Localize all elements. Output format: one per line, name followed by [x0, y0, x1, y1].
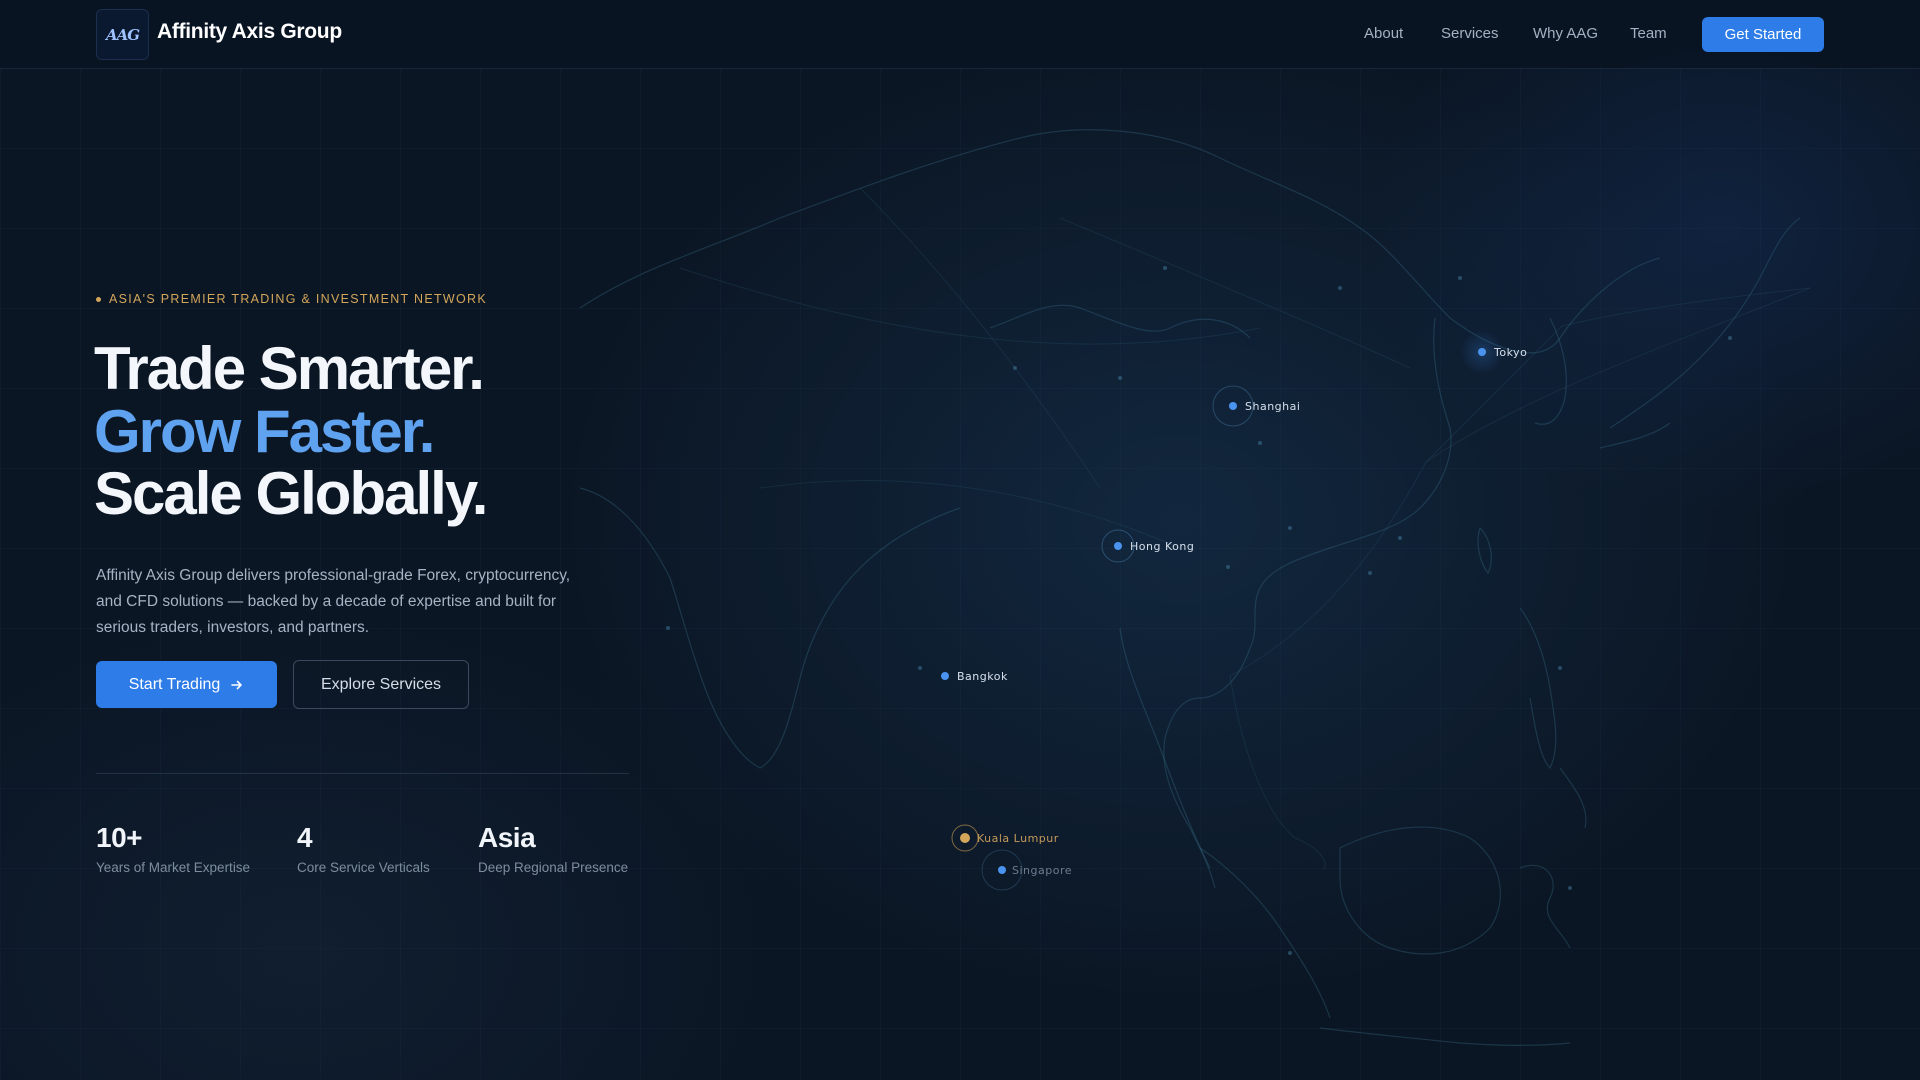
city-label: Shanghai [1245, 400, 1300, 413]
stat-label: Years of Market Expertise [96, 860, 251, 875]
start-trading-button[interactable]: Start Trading [96, 661, 277, 708]
city-singapore[interactable]: Singapore [981, 849, 1072, 891]
stat-label: Core Service Verticals [297, 860, 430, 875]
city-label: Singapore [1012, 864, 1072, 877]
explore-services-button[interactable]: Explore Services [293, 660, 469, 709]
city-bangkok[interactable]: Bangkok [941, 670, 1008, 683]
city-label: Bangkok [957, 670, 1008, 683]
stat-verticals: 4 Core Service Verticals [297, 822, 430, 875]
stat-value: Asia [478, 822, 536, 853]
nav-link-about[interactable]: About [1364, 25, 1403, 42]
headline-line-2: Grow Faster. [94, 398, 435, 465]
stat-years: 10+ Years of Market Expertise [96, 822, 250, 875]
stat-value: 10+ [96, 822, 143, 853]
city-label: Tokyo [1493, 346, 1527, 359]
start-trading-label: Start Trading [128, 675, 221, 693]
stat-label: Deep Regional Presence [478, 860, 629, 875]
brand-name[interactable]: Affinity Axis Group [157, 20, 342, 44]
stats-divider [96, 773, 629, 774]
city-markers: Tokyo Shanghai Hong Kong Bangkok Kuala L… [941, 330, 1527, 891]
logo-text: AAG [105, 25, 140, 44]
city-label: Hong Kong [1130, 540, 1194, 553]
logo-icon[interactable]: AAG [96, 9, 149, 60]
nav-link-team[interactable]: Team [1630, 25, 1667, 42]
city-label: Kuala Lumpur [977, 832, 1059, 845]
nav-link-why-aag[interactable]: Why AAG [1533, 25, 1598, 42]
hero-description: Affinity Axis Group delivers professiona… [96, 566, 571, 636]
get-started-button[interactable]: Get Started [1702, 17, 1824, 52]
hero-eyebrow: ASIA'S PREMIER TRADING & INVESTMENT NETW… [96, 292, 487, 306]
headline-line-3: Scale Globally. [94, 460, 488, 527]
city-shanghai[interactable]: Shanghai [1212, 385, 1300, 427]
stat-presence: Asia Deep Regional Presence [478, 822, 628, 875]
top-navigation: AAG Affinity Axis Group About Services W… [0, 0, 1920, 69]
nav-link-services[interactable]: Services [1441, 25, 1499, 42]
arrow-right-icon [231, 680, 243, 689]
stat-value: 4 [297, 822, 313, 853]
city-kuala-lumpur[interactable]: Kuala Lumpur [951, 824, 1059, 852]
eyebrow-dot-icon [96, 296, 101, 302]
headline-line-1: Trade Smarter. [94, 335, 485, 402]
eyebrow-text: ASIA'S PREMIER TRADING & INVESTMENT NETW… [109, 292, 488, 306]
city-tokyo[interactable]: Tokyo [1460, 330, 1527, 374]
city-hong-kong[interactable]: Hong Kong [1101, 529, 1194, 563]
